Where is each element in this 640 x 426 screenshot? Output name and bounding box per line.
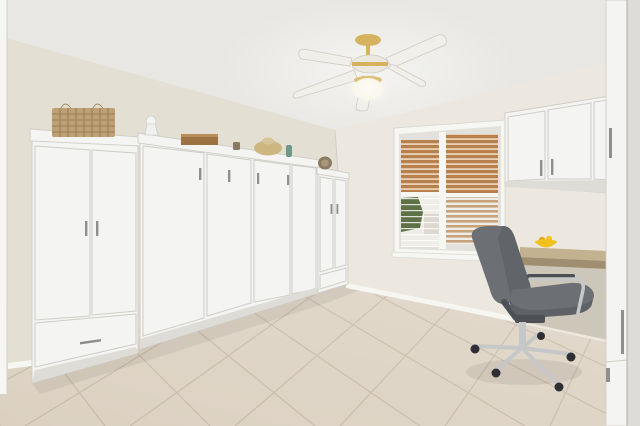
cabinet-panel	[291, 164, 317, 295]
chair-caster	[491, 368, 501, 378]
cabinet-handle	[228, 170, 231, 182]
chair-mechanism	[515, 315, 545, 323]
cabinet-handle	[96, 221, 99, 236]
wicker-basket	[52, 103, 115, 137]
cabinet-door	[34, 145, 91, 321]
pantry-handle	[621, 310, 624, 354]
cabinet-handle	[336, 204, 339, 214]
cabinet-handle	[199, 168, 202, 180]
small-jar	[233, 142, 240, 150]
pantry-handle	[606, 368, 610, 382]
pantry-handle	[609, 128, 612, 158]
wardrobe-cabinet-left	[29, 128, 141, 384]
cabinet-door	[91, 149, 137, 316]
cabinet-handle	[330, 204, 333, 214]
green-vase	[286, 145, 292, 157]
cabinet-panel	[142, 145, 205, 337]
cabinet-door	[507, 110, 546, 182]
chair-caster	[554, 382, 564, 392]
chair-caster	[537, 332, 545, 340]
cabinet-handle	[85, 221, 88, 236]
fan-trim-band	[352, 62, 388, 66]
narrow-cabinet	[316, 166, 350, 294]
decorative-plate	[318, 156, 332, 170]
cabinet-panel	[253, 159, 291, 303]
upper-cabinets	[504, 95, 611, 194]
wooden-box	[181, 134, 218, 145]
cabinet-handle	[287, 175, 290, 185]
room-photo	[0, 0, 640, 426]
chair-caster	[566, 352, 576, 362]
chair-caster	[470, 344, 480, 354]
shutter-center-stile	[439, 132, 446, 249]
cabinet-handle	[540, 160, 543, 176]
cabinet-door	[319, 176, 334, 273]
chair-floor-shadow	[466, 359, 582, 385]
cabinet-door	[334, 178, 347, 269]
cabinet-door	[547, 102, 592, 180]
fan-light-glow	[344, 71, 392, 107]
right-pantry-cabinet	[605, 0, 640, 426]
left-door-frame	[0, 0, 8, 394]
cabinet-handle	[551, 159, 554, 175]
window-shutter-left	[401, 140, 439, 247]
cabinet-handle	[257, 173, 260, 184]
